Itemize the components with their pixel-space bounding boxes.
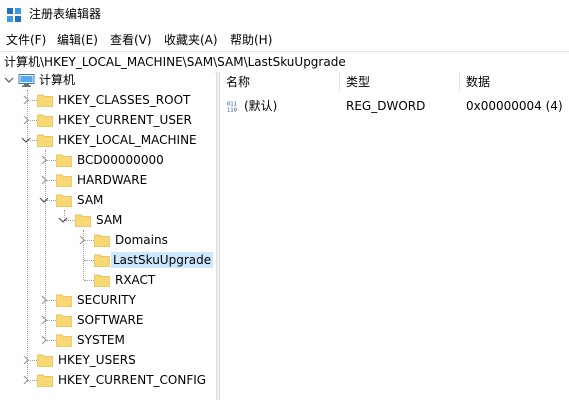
chevron-down-icon[interactable] [38,194,50,206]
chevron-right-icon[interactable] [38,294,50,306]
folder-icon [37,94,53,107]
value-data: 0x00000004 (4) [466,99,563,113]
svg-text:110: 110 [227,108,237,113]
tree-node-label: LastSkuUpgrade [111,252,214,268]
tree-node-label: HKEY_CURRENT_CONFIG [58,373,207,387]
chevron-right-icon[interactable] [76,234,88,246]
folder-icon [37,374,53,387]
chevron-right-icon[interactable] [20,114,32,126]
tree-node-label: SYSTEM [77,333,125,347]
tree-node-label: SAM [77,193,104,207]
menu-bar: 文件(F) 编辑(E) 查看(V) 收藏夹(A) 帮助(H) [0,29,569,51]
chevron-down-icon[interactable] [20,134,32,146]
tree-node-rxact[interactable]: RXACT [0,270,215,290]
address-path[interactable]: 计算机\HKEY_LOCAL_MACHINE\SAM\SAM\LastSkuUp… [4,54,346,70]
tree-node-label: SOFTWARE [77,313,144,327]
tree-node-domains[interactable]: Domains [0,230,215,250]
folder-open-icon [56,194,72,207]
chevron-right-icon[interactable] [20,374,32,386]
folder-icon [56,294,72,307]
key-tree[interactable]: 计算机 HKEY_CLASSES_ROOT HKEY_CURRENT_USER … [0,72,215,400]
folder-icon [37,114,53,127]
chevron-right-icon[interactable] [20,94,32,106]
chevron-right-icon[interactable] [38,154,50,166]
tree-node-system[interactable]: SYSTEM [0,330,215,350]
column-header-data[interactable]: 数据 [460,72,569,92]
tree-node-sam-sam[interactable]: SAM [0,210,215,230]
tree-node-hkcu[interactable]: HKEY_CURRENT_USER [0,110,215,130]
tree-node-label: HKEY_CLASSES_ROOT [58,93,191,107]
tree-node-label: HKEY_LOCAL_MACHINE [58,133,197,147]
folder-icon [56,154,72,167]
tree-node-hardware[interactable]: HARDWARE [0,170,215,190]
menu-file[interactable]: 文件(F) [6,32,46,48]
tree-node-label: SECURITY [77,293,136,307]
folder-open-icon [75,214,91,227]
window-title: 注册表编辑器 [29,7,102,21]
folder-icon [56,334,72,347]
values-list[interactable]: 名称 类型 数据 011 110 (默认) REG_DWORD 0x000000… [220,72,569,400]
tree-node-bcd[interactable]: BCD00000000 [0,150,215,170]
chevron-right-icon[interactable] [38,174,50,186]
tree-node-label: SAM [96,213,123,227]
computer-icon [18,74,35,87]
menu-view[interactable]: 查看(V) [110,32,152,48]
value-name: (默认) [244,99,278,113]
folder-icon [94,234,110,247]
menu-help[interactable]: 帮助(H) [230,32,272,48]
folder-icon [94,274,110,287]
tree-node-hkcc[interactable]: HKEY_CURRENT_CONFIG [0,370,215,390]
tree-node-label: HKEY_CURRENT_USER [58,113,192,127]
tree-node-sam[interactable]: SAM [0,190,215,210]
tree-node-label: BCD00000000 [77,153,164,167]
folder-icon [56,174,72,187]
menu-favorites[interactable]: 收藏夹(A) [164,32,218,48]
tree-node-label: HKEY_USERS [58,353,136,367]
title-bar: 注册表编辑器 [0,0,569,29]
tree-node-label: HARDWARE [77,173,148,187]
folder-icon [37,354,53,367]
folder-icon [94,254,110,267]
tree-node-hku[interactable]: HKEY_USERS [0,350,215,370]
registry-editor-icon [7,8,21,22]
tree-node-hkcr[interactable]: HKEY_CLASSES_ROOT [0,90,215,110]
column-header-name[interactable]: 名称 [220,72,340,92]
chevron-down-icon[interactable] [3,74,15,86]
folder-icon [56,314,72,327]
tree-node-computer[interactable]: 计算机 [0,72,215,90]
tree-node-security[interactable]: SECURITY [0,290,215,310]
chevron-right-icon[interactable] [38,334,50,346]
binary-value-icon: 011 110 [227,100,241,112]
menu-edit[interactable]: 编辑(E) [57,32,98,48]
address-bar[interactable]: 计算机\HKEY_LOCAL_MACHINE\SAM\SAM\LastSkuUp… [0,51,569,73]
folder-open-icon [37,134,53,147]
chevron-down-icon[interactable] [57,214,69,226]
tree-node-label: 计算机 [39,73,76,87]
tree-node-hklm[interactable]: HKEY_LOCAL_MACHINE [0,130,215,150]
tree-node-lastskuupgrade[interactable]: LastSkuUpgrade [0,250,215,270]
value-row[interactable]: 011 110 (默认) REG_DWORD 0x00000004 (4) [220,96,569,116]
chevron-right-icon[interactable] [38,314,50,326]
column-header-type[interactable]: 类型 [340,72,460,92]
tree-node-label: Domains [115,233,168,247]
tree-node-software[interactable]: SOFTWARE [0,310,215,330]
value-type: REG_DWORD [346,99,426,113]
chevron-right-icon[interactable] [20,354,32,366]
tree-node-label: RXACT [115,273,156,287]
